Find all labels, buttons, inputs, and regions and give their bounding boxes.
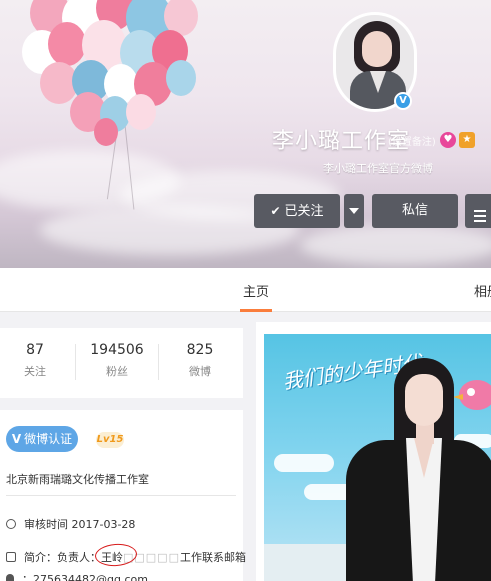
- photo-card: 我们的少年时代: [256, 322, 491, 581]
- stat-value: 87: [26, 342, 44, 358]
- tab-home[interactable]: 主页: [243, 281, 269, 300]
- email-row: ：275634482@qq.com: [6, 571, 148, 581]
- divider: [158, 344, 159, 380]
- verify-label: 微博认证: [24, 432, 73, 446]
- followed-button[interactable]: ✔ 已关注: [254, 194, 340, 228]
- cloud: [300, 225, 491, 265]
- stat-value: 825: [186, 342, 214, 358]
- active-tab-indicator: [240, 309, 272, 312]
- person-icon: [6, 574, 14, 581]
- stat-posts[interactable]: 825 微博: [160, 342, 240, 379]
- stat-label: 关注: [24, 365, 46, 378]
- clock-icon: [6, 519, 16, 529]
- review-date: 审核时间 2017-03-28: [24, 518, 136, 531]
- divider: [6, 495, 236, 496]
- profile-tab-bar: 主页 相册: [0, 268, 491, 312]
- follow-options-button[interactable]: [344, 194, 364, 228]
- stat-label: 微博: [189, 365, 211, 378]
- followed-label: 已关注: [284, 204, 324, 219]
- edit-icon: [6, 552, 16, 562]
- weibo-profile-page: V 李小璐工作室 (设置备注) ♥ ★ 李小璐工作室官方微博 ✔ 已关注 私信 主…: [0, 0, 491, 581]
- bird-illustration: [453, 380, 491, 410]
- company-name: 北京新雨瑞璐文化传播工作室: [6, 473, 149, 486]
- message-button[interactable]: 私信: [372, 194, 458, 228]
- verified-v-icon: V: [11, 432, 22, 446]
- stat-label: 粉丝: [106, 365, 128, 378]
- weibo-verified-badge[interactable]: V 微博认证: [6, 426, 78, 452]
- pink-badge-icon[interactable]: ♥: [440, 132, 456, 148]
- stat-followers[interactable]: 194506 粉丝: [77, 342, 157, 379]
- profile-subtitle: 李小璐工作室官方微博: [323, 162, 433, 175]
- chevron-down-icon: [349, 207, 359, 214]
- circled-name: 王岭: [94, 542, 138, 568]
- divider: [75, 344, 76, 380]
- set-remark-link[interactable]: (设置备注): [388, 133, 436, 148]
- verified-icon: V: [394, 92, 412, 110]
- stats-card: 87 关注 194506 粉丝 825 微博: [0, 328, 243, 398]
- stat-following[interactable]: 87 关注: [0, 342, 75, 379]
- more-menu-button[interactable]: [465, 194, 491, 228]
- review-date-row: 审核时间 2017-03-28: [6, 516, 135, 532]
- gold-medal-icon[interactable]: ★: [459, 132, 475, 148]
- intro-suffix: 工作联系邮箱: [179, 551, 246, 564]
- profile-info-card: V 微博认证 Lv15 北京新雨瑞璐文化传播工作室 审核时间 2017-03-28…: [0, 410, 246, 581]
- intro-prefix: 简介：负责人：: [24, 551, 101, 564]
- intro-row: 简介：负责人：王岭 □□□□□工作联系邮箱: [6, 542, 246, 568]
- check-icon: ✔: [270, 204, 281, 218]
- email: ：275634482@qq.com: [22, 573, 148, 581]
- poster-image[interactable]: 我们的少年时代: [264, 334, 491, 581]
- level-badge[interactable]: Lv15: [96, 432, 124, 448]
- profile-cover: V 李小璐工作室 (设置备注) ♥ ★ 李小璐工作室官方微博 ✔ 已关注 私信: [0, 0, 491, 268]
- tab-album[interactable]: 相册: [474, 281, 491, 300]
- stat-value: 194506: [90, 342, 144, 358]
- menu-icon: [474, 207, 486, 225]
